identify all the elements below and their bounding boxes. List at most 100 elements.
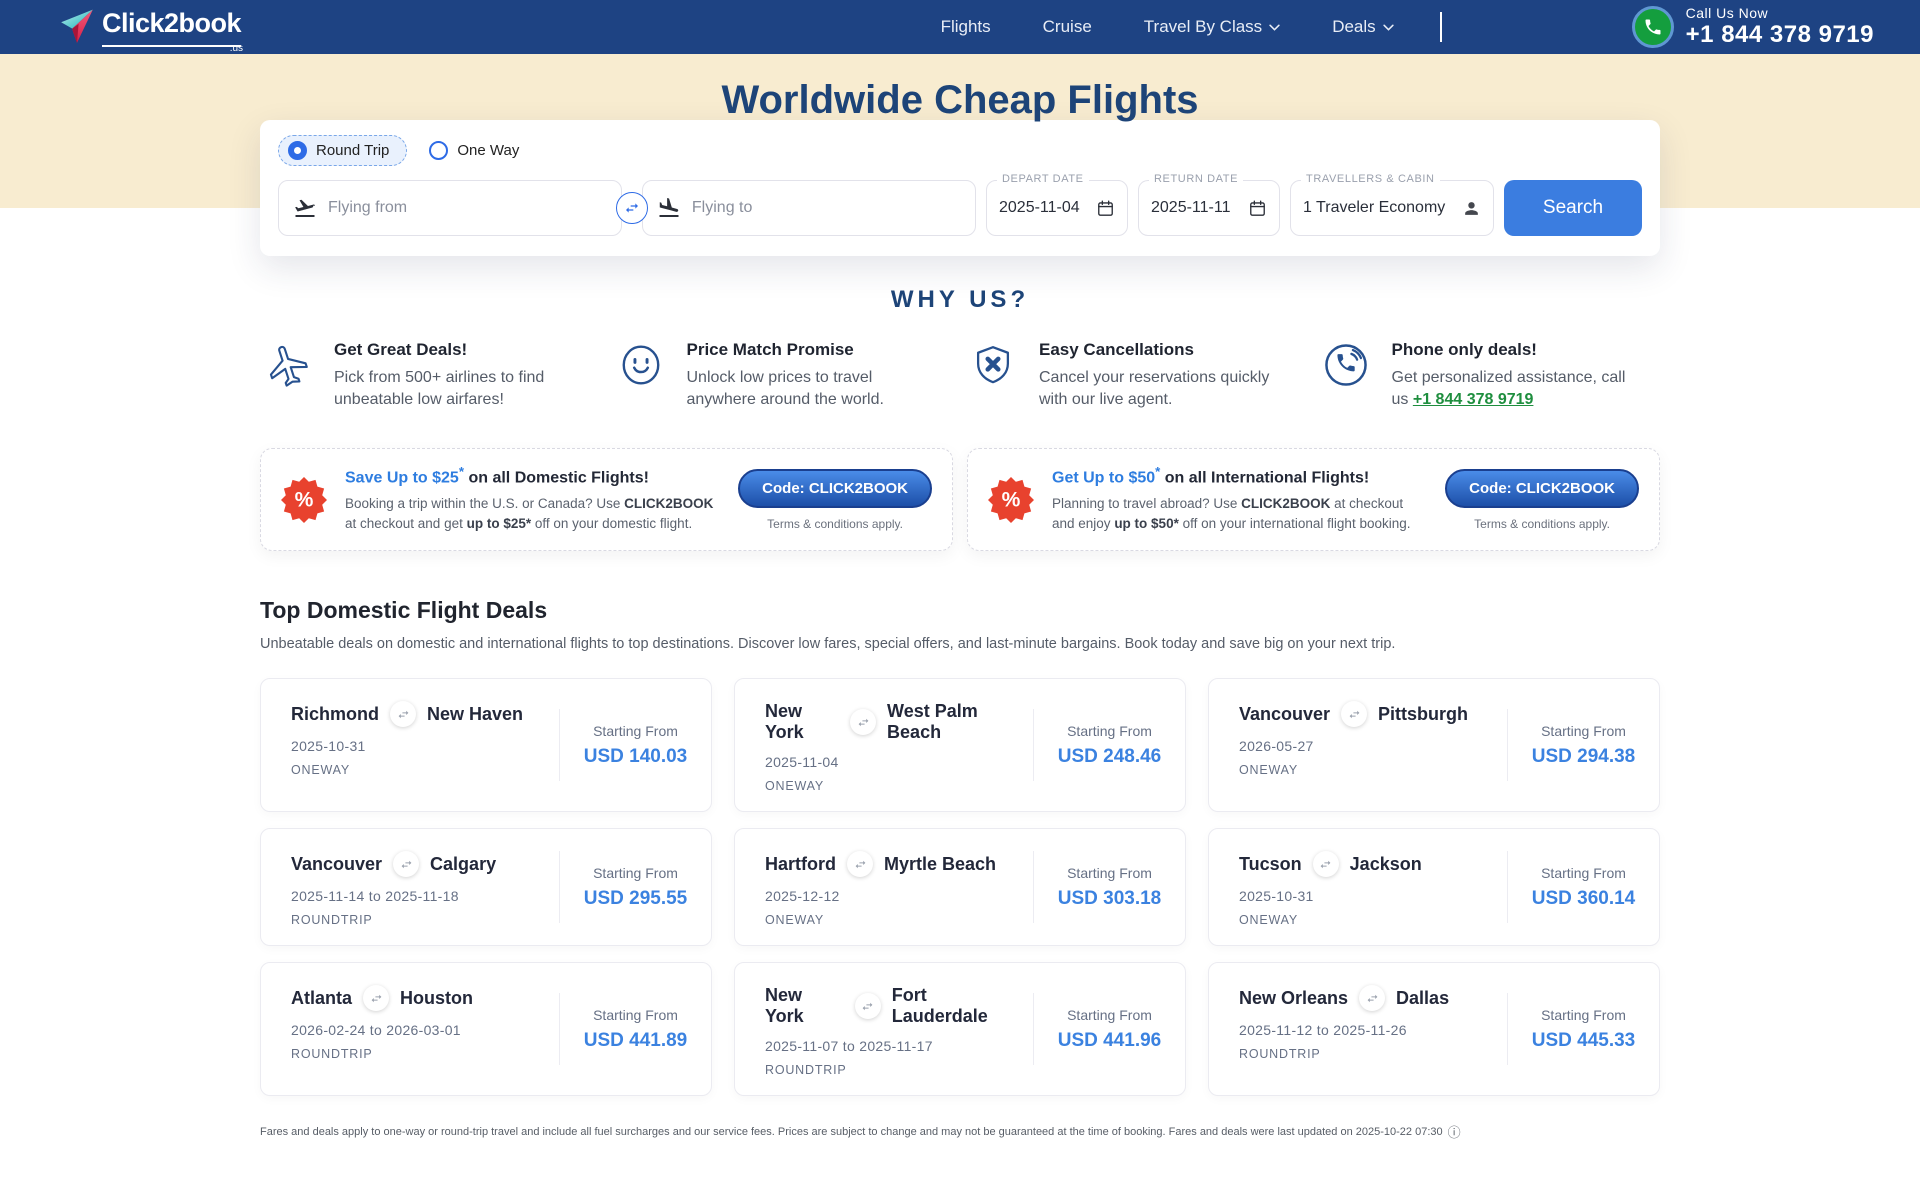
deal-route: Vancouver Pittsburgh <box>1239 701 1499 727</box>
swap-arrows-icon <box>1313 851 1339 877</box>
deal-route: Richmond New Haven <box>291 701 551 727</box>
starting-from-label: Starting From <box>1067 865 1152 881</box>
deal-grid: Richmond New Haven 2025-10-31 ONEWAY Sta… <box>260 678 1660 1096</box>
starting-from-label: Starting From <box>593 1007 678 1023</box>
deal-card[interactable]: New Orleans Dallas 2025-11-12 to 2025-11… <box>1208 962 1660 1096</box>
feature-phone-link[interactable]: +1 844 378 9719 <box>1413 391 1534 408</box>
deal-route: New York West Palm Beach <box>765 701 1025 743</box>
deal-card[interactable]: Vancouver Calgary 2025-11-14 to 2025-11-… <box>260 828 712 946</box>
deal-date: 2025-11-07 to 2025-11-17 <box>765 1038 1025 1054</box>
depart-date-value: 2025-11-04 <box>999 199 1080 217</box>
deal-trip-type: ONEWAY <box>1239 913 1499 927</box>
call-us-block[interactable]: Call Us Now +1 844 378 9719 <box>1632 6 1874 48</box>
swap-arrows-icon <box>1341 701 1367 727</box>
swap-arrows-icon <box>390 701 416 727</box>
nav-deals[interactable]: Deals <box>1332 17 1393 37</box>
deal-card[interactable]: Vancouver Pittsburgh 2026-05-27 ONEWAY S… <box>1208 678 1660 812</box>
feature-title: Easy Cancellations <box>1039 340 1289 360</box>
feature-phone-deals: Phone only deals! Get personalized assis… <box>1318 340 1661 410</box>
swap-origin-destination-button[interactable] <box>616 192 648 224</box>
starting-from-label: Starting From <box>593 723 678 739</box>
search-button[interactable]: Search <box>1504 180 1642 236</box>
site-logo[interactable]: Click2book .us <box>58 8 241 47</box>
smiley-icon <box>613 340 669 388</box>
plane-icon <box>260 340 316 388</box>
flying-to-input[interactable] <box>692 199 961 217</box>
promo-terms: Terms & conditions apply. <box>738 517 932 531</box>
one-way-radio[interactable]: One Way <box>429 141 519 160</box>
depart-date-field[interactable]: DEPART DATE 2025-11-04 <box>986 180 1128 236</box>
nav-travel-by-class[interactable]: Travel By Class <box>1144 17 1280 37</box>
deal-route: New Orleans Dallas <box>1239 985 1499 1011</box>
deal-card[interactable]: New York Fort Lauderdale 2025-11-07 to 2… <box>734 962 1186 1096</box>
deal-card[interactable]: Hartford Myrtle Beach 2025-12-12 ONEWAY … <box>734 828 1186 946</box>
swap-arrows-icon <box>1359 985 1385 1011</box>
swap-arrows-icon <box>855 993 881 1019</box>
feature-title: Get Great Deals! <box>334 340 584 360</box>
logo-suffix: .us <box>230 43 243 54</box>
svg-text:%: % <box>295 488 314 511</box>
logo-text: Click2book <box>102 8 241 38</box>
promo-terms: Terms & conditions apply. <box>1445 517 1639 531</box>
deal-price: USD 360.14 <box>1532 888 1636 910</box>
features-row: Get Great Deals! Pick from 500+ airlines… <box>260 340 1660 410</box>
flight-search-card: Round Trip One Way <box>260 120 1660 256</box>
promo-title: Get Up to $50* on all International Flig… <box>1052 464 1427 487</box>
deal-card[interactable]: New York West Palm Beach 2025-11-04 ONEW… <box>734 678 1186 812</box>
deal-price: USD 294.38 <box>1532 746 1636 768</box>
deal-trip-type: ONEWAY <box>1239 763 1499 777</box>
promo-code-button[interactable]: Code: CLICK2BOOK <box>1445 469 1639 508</box>
deal-card[interactable]: Richmond New Haven 2025-10-31 ONEWAY Sta… <box>260 678 712 812</box>
top-domestic-deals-section: Top Domestic Flight Deals Unbeatable dea… <box>260 597 1660 1096</box>
deal-trip-type: ROUNDTRIP <box>291 913 551 927</box>
promo-code-button[interactable]: Code: CLICK2BOOK <box>738 469 932 508</box>
travellers-cabin-field[interactable]: TRAVELLERS & CABIN 1 Traveler Economy <box>1290 180 1494 236</box>
return-date-value: 2025-11-11 <box>1151 199 1230 217</box>
deal-route: Tucson Jackson <box>1239 851 1499 877</box>
promo-banners: % Save Up to $25* on all Domestic Flight… <box>260 448 1660 551</box>
starting-from-label: Starting From <box>1541 723 1626 739</box>
deal-date: 2026-02-24 to 2026-03-01 <box>291 1022 551 1038</box>
swap-arrows-icon <box>363 985 389 1011</box>
flying-from-field[interactable] <box>278 180 622 236</box>
deal-date: 2025-11-12 to 2025-11-26 <box>1239 1022 1499 1038</box>
deal-trip-type: ONEWAY <box>291 763 551 777</box>
deal-price: USD 303.18 <box>1058 888 1162 910</box>
deal-trip-type: ROUNDTRIP <box>765 1063 1025 1077</box>
shield-x-icon <box>965 340 1021 388</box>
travellers-label: TRAVELLERS & CABIN <box>1301 173 1440 185</box>
travellers-value: 1 Traveler Economy <box>1303 199 1445 217</box>
starting-from-label: Starting From <box>593 865 678 881</box>
flying-to-field[interactable] <box>642 180 976 236</box>
feature-title: Price Match Promise <box>687 340 937 360</box>
domestic-promo-card: % Save Up to $25* on all Domestic Flight… <box>260 448 953 551</box>
logo-paperplane-icon <box>58 8 96 46</box>
deal-price: USD 441.96 <box>1058 1030 1162 1052</box>
nav-cruise[interactable]: Cruise <box>1043 17 1092 37</box>
deal-trip-type: ONEWAY <box>765 913 1025 927</box>
round-trip-radio[interactable]: Round Trip <box>278 135 407 166</box>
feature-text: Cancel your reservations quickly with ou… <box>1039 367 1289 410</box>
starting-from-label: Starting From <box>1541 865 1626 881</box>
feature-price-match: Price Match Promise Unlock low prices to… <box>613 340 956 410</box>
top-navbar: Click2book .us Flights Cruise Travel By … <box>0 0 1920 54</box>
percent-badge-icon: % <box>281 477 327 523</box>
nav-flights[interactable]: Flights <box>941 17 991 37</box>
deal-date: 2025-12-12 <box>765 888 1025 904</box>
flying-from-input[interactable] <box>328 199 607 217</box>
swap-arrows-icon <box>847 851 873 877</box>
call-us-label: Call Us Now <box>1686 6 1874 21</box>
deal-card[interactable]: Tucson Jackson 2025-10-31 ONEWAY Startin… <box>1208 828 1660 946</box>
return-date-label: RETURN DATE <box>1149 173 1243 185</box>
feature-title: Phone only deals! <box>1392 340 1642 360</box>
deals-subtitle: Unbeatable deals on domestic and interna… <box>260 636 1660 652</box>
deal-trip-type: ONEWAY <box>765 779 1025 793</box>
return-date-field[interactable]: RETURN DATE 2025-11-11 <box>1138 180 1280 236</box>
deal-card[interactable]: Atlanta Houston 2026-02-24 to 2026-03-01… <box>260 962 712 1096</box>
header-phone-number[interactable]: +1 844 378 9719 <box>1686 22 1874 48</box>
deal-date: 2025-10-31 <box>1239 888 1499 904</box>
promo-title: Save Up to $25* on all Domestic Flights! <box>345 464 720 487</box>
radio-unselected-icon <box>429 141 448 160</box>
person-icon <box>1462 199 1481 218</box>
fare-disclaimer: Fares and deals apply to one-way or roun… <box>260 1122 1660 1141</box>
